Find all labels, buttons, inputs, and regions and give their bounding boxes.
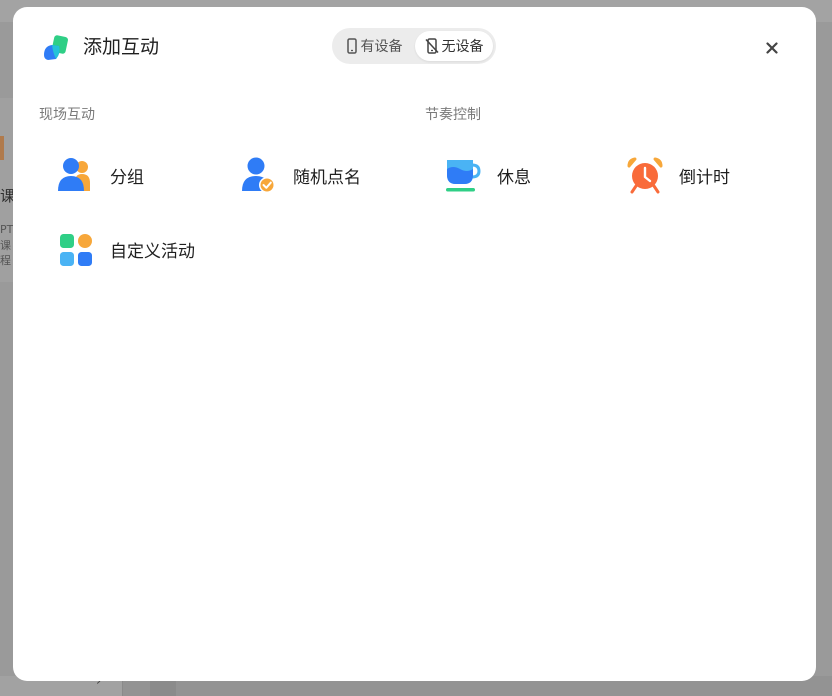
device-mode-toggle: 有设备 无设备: [332, 28, 496, 64]
app-logo-icon: [44, 35, 68, 60]
toggle-without-device-label: 无设备: [441, 39, 484, 55]
phone-icon: [346, 38, 357, 54]
toggle-with-device[interactable]: 有设备: [335, 31, 413, 61]
close-button[interactable]: [761, 37, 783, 59]
activity-custom[interactable]: 自定义活动: [56, 227, 195, 271]
add-interaction-dialog: 添加互动 有设备 无设备 现场互动 节奏控制 分组 随机点名 自定义活动 休息 …: [13, 7, 816, 681]
activity-group-label: 分组: [110, 167, 144, 188]
random-call-icon: [242, 157, 275, 193]
section-label-rhythm: 节奏控制: [425, 107, 481, 123]
close-icon: [766, 42, 778, 54]
coffee-cup-icon: [446, 160, 481, 192]
activity-countdown-label: 倒计时: [679, 167, 730, 188]
activity-break-label: 休息: [497, 167, 531, 188]
no-phone-icon: [424, 38, 439, 54]
activity-random-call[interactable]: 随机点名: [239, 153, 361, 197]
dialog-title: 添加互动: [83, 36, 160, 58]
section-label-live: 现场互动: [39, 107, 95, 123]
background-card-accent: [0, 136, 4, 160]
alarm-clock-icon: [627, 157, 663, 194]
toggle-without-device[interactable]: 无设备: [415, 31, 493, 61]
background-card-subtitle: PT: [0, 223, 14, 236]
activity-random-call-label: 随机点名: [293, 167, 361, 188]
group-icon: [58, 158, 90, 191]
activity-countdown[interactable]: 倒计时: [625, 153, 730, 197]
toggle-with-device-label: 有设备: [360, 39, 403, 55]
activity-break[interactable]: 休息: [443, 153, 531, 197]
activity-custom-label: 自定义活动: [110, 241, 195, 262]
custom-activity-icon: [60, 234, 92, 266]
activity-group[interactable]: 分组: [56, 153, 144, 197]
